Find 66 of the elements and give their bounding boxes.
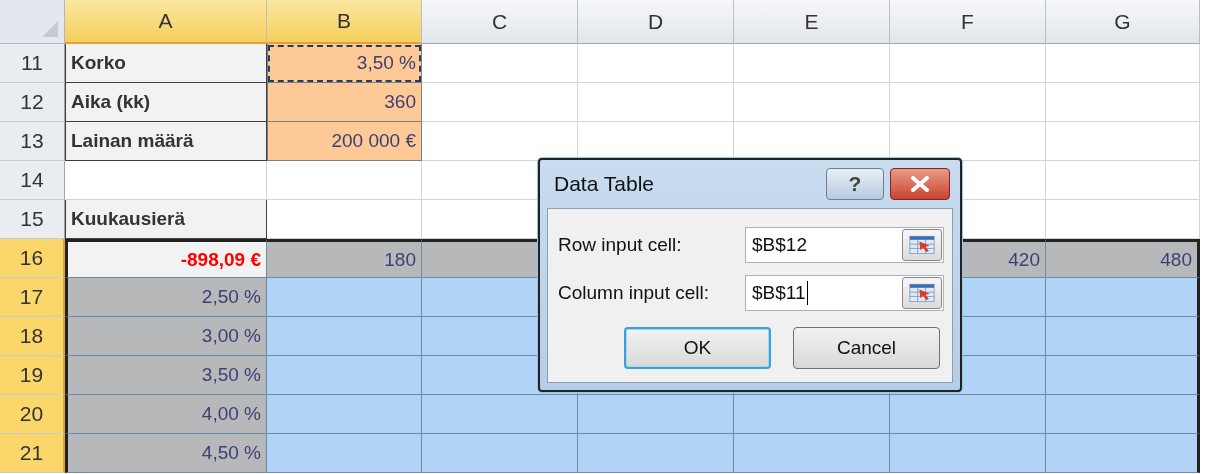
close-button[interactable] — [890, 168, 950, 200]
spreadsheet-cell[interactable] — [267, 356, 422, 395]
spreadsheet-cell[interactable] — [734, 395, 890, 434]
spreadsheet-cell[interactable]: 4,50 % — [65, 434, 267, 473]
dialog-button[interactable]: OK — [624, 327, 771, 369]
spreadsheet-cell[interactable] — [1046, 278, 1200, 317]
row-header[interactable]: 16 — [0, 239, 65, 278]
row-header[interactable]: 17 — [0, 278, 65, 317]
spreadsheet-cell[interactable] — [890, 395, 1046, 434]
range-picker-icon — [909, 234, 935, 256]
row-header[interactable]: 12 — [0, 83, 65, 122]
column-header[interactable]: G — [1046, 0, 1200, 44]
row-header[interactable]: 13 — [0, 122, 65, 161]
spreadsheet-cell[interactable] — [267, 395, 422, 434]
row-header[interactable]: 20 — [0, 395, 65, 434]
spreadsheet-cell[interactable]: Lainan määrä — [65, 122, 267, 161]
close-icon — [909, 176, 931, 192]
column-header[interactable]: B — [267, 0, 422, 44]
spreadsheet-cell[interactable]: 4,00 % — [65, 395, 267, 434]
row-header[interactable]: 21 — [0, 434, 65, 473]
spreadsheet-cell[interactable] — [1046, 434, 1200, 473]
column-header[interactable]: C — [422, 0, 578, 44]
spreadsheet-cell[interactable] — [1046, 317, 1200, 356]
row-header[interactable]: 15 — [0, 200, 65, 239]
spreadsheet-cell[interactable] — [1046, 395, 1200, 434]
field-label: Column input cell: — [558, 282, 711, 304]
column-header[interactable]: E — [734, 0, 890, 44]
spreadsheet-cell[interactable] — [267, 434, 422, 473]
spreadsheet-cell[interactable] — [267, 278, 422, 317]
spreadsheet-cell[interactable]: Kuukausierä — [65, 200, 267, 239]
input-field[interactable]: $B$12 — [745, 227, 944, 263]
spreadsheet-cell[interactable]: Aika (kk) — [65, 83, 267, 122]
help-button[interactable]: ? — [826, 168, 884, 200]
spreadsheet-cell[interactable]: Korko — [65, 44, 267, 83]
row-header[interactable]: 14 — [0, 161, 65, 200]
range-picker-button[interactable] — [902, 277, 942, 309]
spreadsheet-cell[interactable]: -898,09 € — [65, 239, 267, 278]
column-header[interactable]: F — [890, 0, 1046, 44]
spreadsheet-cell[interactable]: 360 — [267, 83, 422, 122]
spreadsheet-cell[interactable] — [422, 395, 578, 434]
spreadsheet-cell[interactable]: 200 000 € — [267, 122, 422, 161]
row-header[interactable]: 11 — [0, 44, 65, 83]
row-header[interactable]: 18 — [0, 317, 65, 356]
spreadsheet-cell[interactable]: 2,50 % — [65, 278, 267, 317]
spreadsheet-cell[interactable]: 3,50 % — [267, 44, 422, 83]
dialog-title: Data Table — [554, 172, 656, 196]
spreadsheet-cell[interactable] — [267, 317, 422, 356]
spreadsheet-cell[interactable] — [1046, 356, 1200, 395]
spreadsheet-cell[interactable]: 3,50 % — [65, 356, 267, 395]
spreadsheet-cell[interactable] — [890, 434, 1046, 473]
spreadsheet-cell[interactable] — [578, 395, 734, 434]
dialog-button[interactable]: Cancel — [793, 327, 940, 369]
spreadsheet-cell[interactable]: 3,00 % — [65, 317, 267, 356]
spreadsheet-cell[interactable] — [734, 434, 890, 473]
spreadsheet-cell[interactable] — [422, 434, 578, 473]
spreadsheet-cell[interactable] — [578, 434, 734, 473]
range-picker-icon — [909, 282, 935, 304]
select-all-icon[interactable] — [42, 21, 58, 37]
input-field[interactable]: $B$11 — [745, 275, 944, 311]
field-label: Row input cell: — [558, 234, 683, 256]
column-header[interactable]: D — [578, 0, 734, 44]
range-picker-button[interactable] — [902, 229, 942, 261]
spreadsheet-cell[interactable]: 480 — [1046, 239, 1200, 278]
spreadsheet-cell[interactable]: 180 — [267, 239, 422, 278]
row-header[interactable]: 19 — [0, 356, 65, 395]
column-header[interactable]: A — [65, 0, 267, 44]
